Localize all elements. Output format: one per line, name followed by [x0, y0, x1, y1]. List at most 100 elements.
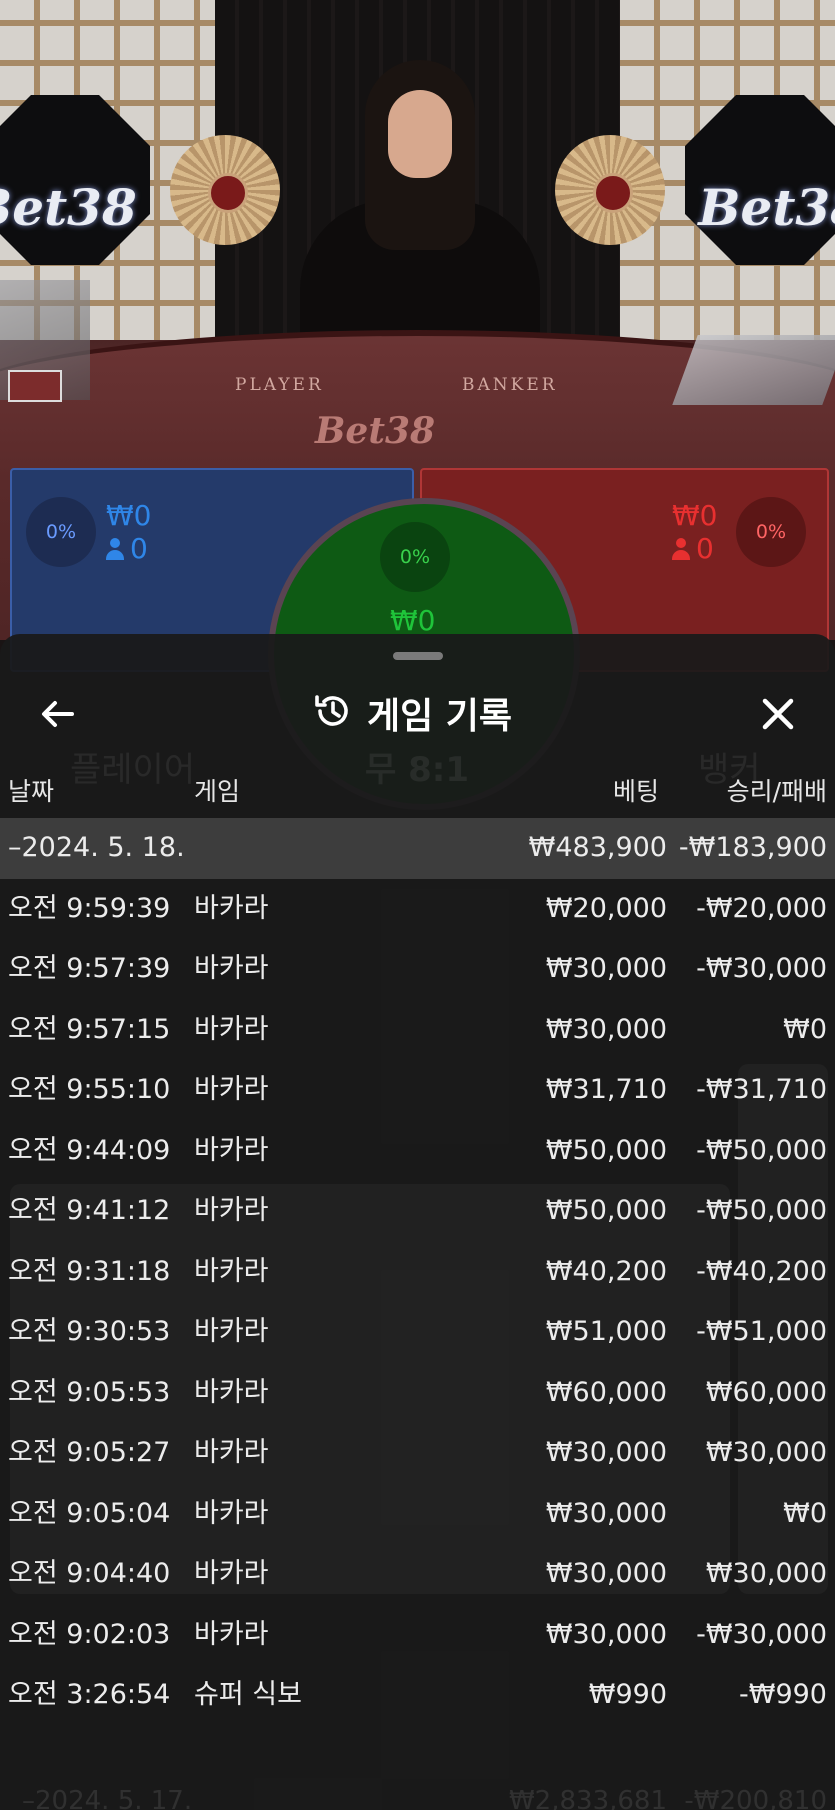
card: [8, 370, 62, 402]
back-arrow-icon[interactable]: [38, 694, 78, 734]
row-time: 오전 9:31:18: [8, 1255, 171, 1287]
history-row[interactable]: 오전 9:44:09 바카라 ₩50,000 -₩50,000: [0, 1121, 835, 1182]
banker-bettor-count: 0: [672, 533, 714, 565]
summary-bet: ₩483,900: [528, 832, 667, 863]
next-summary-bet: ₩2,833,681: [508, 1786, 667, 1810]
history-row[interactable]: 오전 9:05:04 바카라 ₩30,000 ₩0: [0, 1484, 835, 1545]
row-game: 바카라: [194, 1255, 269, 1287]
row-bet: ₩30,000: [545, 953, 667, 984]
player-total-amount: ₩0: [106, 499, 152, 532]
row-bet: ₩40,200: [545, 1255, 667, 1287]
history-row[interactable]: 오전 9:04:40 바카라 ₩30,000 ₩30,000: [0, 1544, 835, 1605]
row-time: 오전 3:26:54: [8, 1679, 171, 1710]
history-row[interactable]: 오전 9:55:10 바카라 ₩31,710 -₩31,710: [0, 1060, 835, 1121]
row-time: 오전 9:05:53: [8, 1376, 171, 1408]
next-date-summary-row[interactable]: –2024. 5. 17. ₩2,833,681 -₩200,810: [0, 1786, 835, 1810]
row-game: 슈퍼 식보: [194, 1679, 302, 1710]
brand-logo-right: Bet38: [698, 178, 835, 237]
row-game: 바카라: [194, 1497, 269, 1529]
history-list: –2024. 5. 18. ₩483,900 -₩183,900 오전 9:59…: [0, 818, 835, 1726]
column-date: 날짜: [8, 777, 55, 806]
row-bet: ₩30,000: [545, 1013, 667, 1045]
fan-decoration-left: [170, 135, 280, 245]
row-time: 오전 9:02:03: [8, 1618, 171, 1650]
row-bet: ₩990: [588, 1679, 667, 1710]
row-time: 오전 9:59:39: [8, 892, 171, 924]
banker-percent: 0%: [736, 497, 806, 567]
fan-decoration-right: [555, 135, 665, 245]
row-result: ₩30,000: [705, 1437, 827, 1468]
row-result: -₩50,000: [696, 1195, 827, 1226]
row-bet: ₩31,710: [545, 1074, 667, 1105]
banker-total-amount: ₩0: [672, 499, 718, 532]
row-time: 오전 9:41:12: [8, 1195, 171, 1226]
summary-date: –2024. 5. 18.: [8, 832, 185, 863]
row-game: 바카라: [194, 953, 269, 984]
row-result: -₩30,000: [696, 953, 827, 984]
row-time: 오전 9:55:10: [8, 1074, 171, 1105]
history-row[interactable]: 오전 9:05:53 바카라 ₩60,000 ₩60,000: [0, 1363, 835, 1424]
tie-percent: 0%: [380, 522, 450, 592]
row-time: 오전 9:57:15: [8, 1013, 171, 1045]
row-time: 오전 9:44:09: [8, 1134, 171, 1166]
sheet-title: 게임 기록: [367, 696, 513, 737]
row-result: -₩20,000: [696, 892, 827, 924]
date-summary-row[interactable]: –2024. 5. 18. ₩483,900 -₩183,900: [0, 818, 835, 879]
row-game: 바카라: [194, 1195, 269, 1226]
row-time: 오전 9:30:53: [8, 1316, 171, 1347]
history-row[interactable]: 오전 9:57:15 바카라 ₩30,000 ₩0: [0, 1000, 835, 1061]
row-result: -₩990: [739, 1679, 827, 1710]
next-summary-date: –2024. 5. 17.: [22, 1786, 193, 1810]
history-row[interactable]: 오전 9:31:18 바카라 ₩40,200 -₩40,200: [0, 1242, 835, 1303]
row-game: 바카라: [194, 1134, 269, 1166]
row-result: ₩30,000: [705, 1558, 827, 1589]
history-row[interactable]: 오전 9:30:53 바카라 ₩51,000 -₩51,000: [0, 1302, 835, 1363]
history-icon: [313, 691, 353, 735]
row-game: 바카라: [194, 1074, 269, 1105]
card-shoe: [672, 335, 835, 405]
row-result: -₩51,000: [696, 1316, 827, 1347]
row-time: 오전 9:04:40: [8, 1558, 171, 1589]
row-result: ₩60,000: [705, 1376, 827, 1408]
row-bet: ₩60,000: [545, 1376, 667, 1408]
history-row[interactable]: 오전 9:02:03 바카라 ₩30,000 -₩30,000: [0, 1605, 835, 1666]
column-header: 날짜 게임 베팅 승리/패배: [0, 772, 835, 816]
history-row[interactable]: 오전 3:26:54 슈퍼 식보 ₩990 -₩990: [0, 1665, 835, 1726]
row-bet: ₩50,000: [545, 1195, 667, 1226]
drag-handle[interactable]: [393, 652, 443, 660]
row-game: 바카라: [194, 892, 269, 924]
brand-logo-left: Bet38: [0, 178, 137, 237]
row-game: 바카라: [194, 1558, 269, 1589]
row-game: 바카라: [194, 1437, 269, 1468]
row-result: -₩50,000: [696, 1134, 827, 1166]
row-time: 오전 9:05:27: [8, 1437, 171, 1468]
row-bet: ₩30,000: [545, 1437, 667, 1468]
column-result: 승리/패배: [726, 777, 827, 806]
sheet-header: 게임 기록: [0, 674, 835, 756]
player-bettor-count: 0: [106, 533, 148, 565]
felt-player-label: PLAYER: [235, 375, 324, 395]
person-icon: [106, 538, 124, 560]
row-game: 바카라: [194, 1316, 269, 1347]
felt-logo: Bet38: [315, 410, 436, 452]
history-row[interactable]: 오전 9:41:12 바카라 ₩50,000 -₩50,000: [0, 1181, 835, 1242]
close-icon[interactable]: [756, 692, 800, 736]
row-bet: ₩30,000: [545, 1558, 667, 1589]
summary-result: -₩183,900: [678, 832, 827, 863]
row-time: 오전 9:57:39: [8, 953, 171, 984]
history-row[interactable]: 오전 9:57:39 바카라 ₩30,000 -₩30,000: [0, 939, 835, 1000]
row-game: 바카라: [194, 1376, 269, 1408]
row-result: ₩0: [783, 1013, 827, 1045]
row-result: ₩0: [783, 1497, 827, 1529]
felt-banker-label: BANKER: [462, 375, 558, 395]
column-bet: 베팅: [612, 777, 659, 806]
row-bet: ₩51,000: [545, 1316, 667, 1347]
row-time: 오전 9:05:04: [8, 1497, 171, 1529]
row-result: -₩40,200: [696, 1255, 827, 1287]
row-result: -₩30,000: [696, 1618, 827, 1650]
history-row[interactable]: 오전 9:05:27 바카라 ₩30,000 ₩30,000: [0, 1423, 835, 1484]
history-row[interactable]: 오전 9:59:39 바카라 ₩20,000 -₩20,000: [0, 879, 835, 940]
row-game: 바카라: [194, 1013, 269, 1045]
tie-total-amount: ₩0: [390, 604, 436, 637]
next-summary-result: -₩200,810: [684, 1786, 827, 1810]
